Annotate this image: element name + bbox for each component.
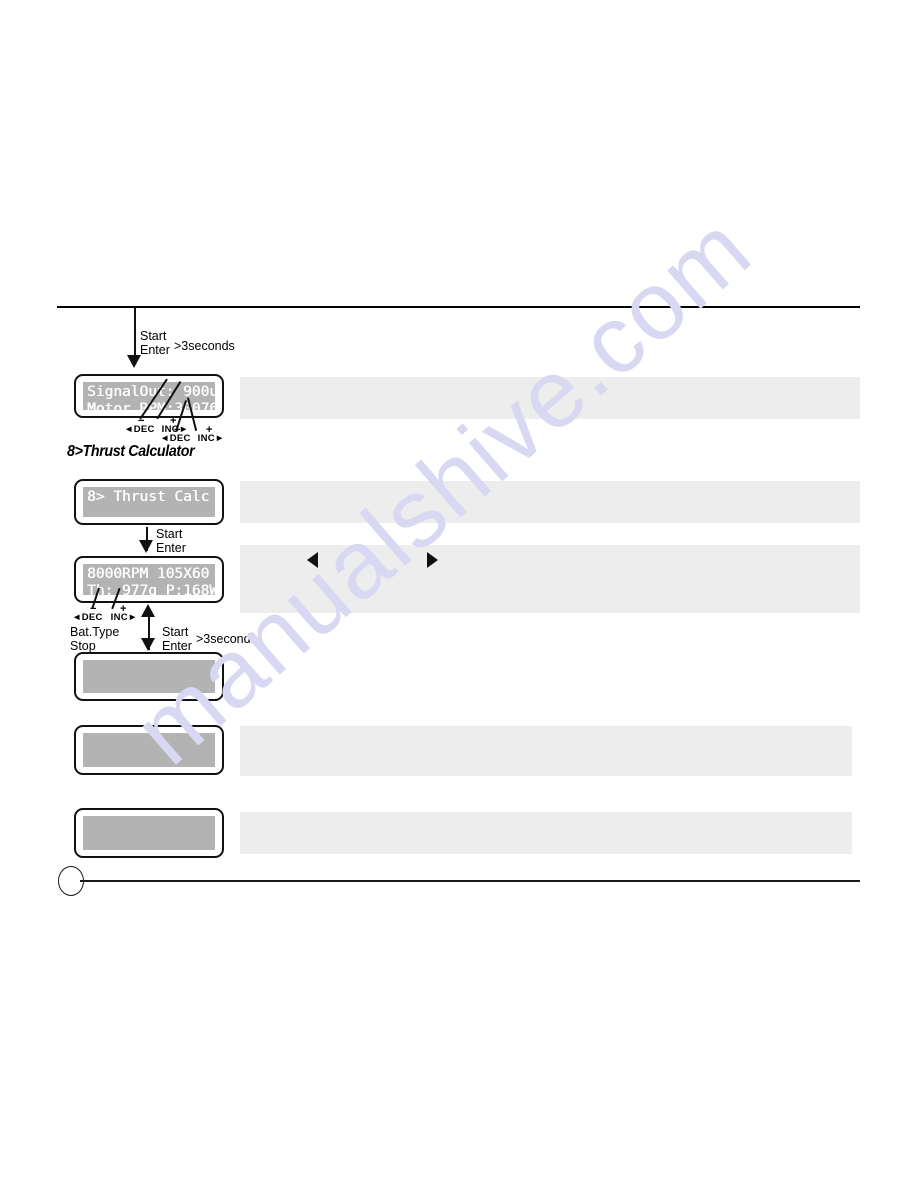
body-text-block-5 — [240, 812, 852, 854]
flow-label-stop: Stop — [70, 638, 96, 653]
inline-right-arrow-icon — [427, 552, 438, 568]
flow-label-mid-line1: Start — [156, 527, 183, 541]
plus-sign-thrust: + — [120, 603, 127, 615]
body-text-block-2 — [240, 481, 860, 523]
flow-label-bat-type: Bat.Type — [70, 625, 120, 639]
section-heading: 8>Thrust Calculator — [67, 443, 195, 460]
key-hint-group-thrust: − + ◄DEC INC► — [72, 603, 138, 623]
lcd-thrust-calc-menu[interactable]: 8> Thrust Calc 〉 — [74, 479, 224, 525]
lcd-blank-1-screen — [83, 660, 215, 693]
body-text-block-1 — [240, 377, 860, 419]
flow-label-bottom-line1: Start — [162, 625, 189, 639]
minus-sign-thrust: − — [90, 603, 97, 615]
flow-label-start-enter-bottom: Start Enter — [162, 625, 192, 653]
flow-label-line1: Start — [140, 329, 167, 343]
inline-left-arrow-icon — [307, 552, 318, 568]
body-text-block-3 — [240, 545, 860, 613]
body-text-block-4 — [240, 726, 852, 776]
lcd-blank-3[interactable] — [74, 808, 224, 858]
flow-arrow-down-bidir — [141, 638, 155, 651]
lcd-thrust-menu-line2: 〉 — [87, 506, 211, 517]
dec-arrow-upper[interactable]: ◄ — [124, 424, 134, 435]
flow-label-bat-type-stop: Bat.Type Stop — [70, 625, 120, 653]
minus-sign-lower: − — [174, 424, 181, 436]
flow-note-bottom-duration: >3seconds — [196, 632, 257, 646]
lcd-signal-out[interactable]: SignalOut: 900us Motor RPM:30076 — [74, 374, 224, 418]
flow-label-mid-line2: Enter — [156, 540, 186, 555]
inc-arrow-lower[interactable]: ► — [215, 433, 225, 444]
flow-label-line2: Enter — [140, 342, 170, 357]
flow-line-top — [134, 307, 137, 357]
page-number-badge — [58, 866, 84, 896]
flow-note-top-duration: >3seconds — [174, 339, 235, 353]
footer-rule — [80, 880, 860, 882]
flow-arrow-down-top — [127, 355, 141, 368]
lcd-thrust-readout-screen: 8000RPM 105X60 Th: 977g P:168W — [83, 564, 215, 595]
flow-label-start-enter-top: Start Enter — [140, 329, 170, 357]
lcd-blank-3-screen — [83, 816, 215, 850]
lcd-blank-1[interactable] — [74, 652, 224, 701]
minus-sign-upper: − — [138, 415, 145, 427]
inc-arrow-thrust[interactable]: ► — [128, 612, 138, 623]
lcd-thrust-data-line2: Th: 977g P:168W — [87, 583, 215, 595]
header-rule — [57, 306, 860, 308]
flow-arrow-down-mid — [139, 540, 153, 553]
lcd-blank-2[interactable] — [74, 725, 224, 775]
lcd-thrust-calc-menu-screen: 8> Thrust Calc 〉 — [83, 487, 215, 517]
lcd-blank-2-screen — [83, 733, 215, 767]
lcd-thrust-data-line1: 8000RPM 105X60 — [87, 566, 210, 582]
flow-label-bottom-line2: Enter — [162, 638, 192, 653]
flow-label-start-enter-mid: Start Enter — [156, 527, 186, 555]
dec-arrow-thrust[interactable]: ◄ — [72, 612, 82, 623]
lcd-thrust-menu-line1: 8> Thrust Calc — [87, 489, 210, 505]
plus-sign-lower: + — [206, 424, 213, 436]
lcd-signal-out-line1: SignalOut: 900us — [87, 384, 215, 400]
flow-arrow-up-bidir — [141, 604, 155, 617]
